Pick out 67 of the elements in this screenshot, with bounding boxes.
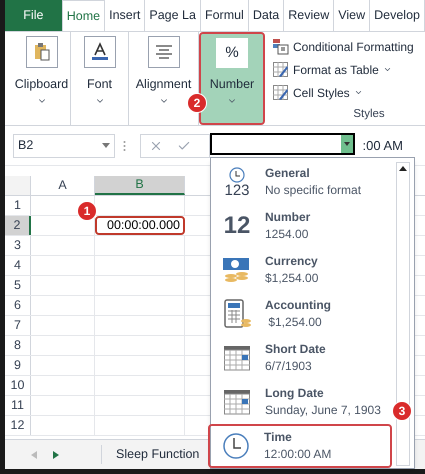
format-option[interactable]: Short Date 6/7/1903 [211, 336, 392, 380]
ribbon-group-button[interactable]: Clipboard [13, 32, 71, 125]
number-format-field[interactable] [210, 133, 355, 155]
format-name: Number [265, 209, 310, 226]
group-label: Styles [353, 107, 385, 122]
format-option[interactable]: Long Date Sunday, June 7, 1903 [211, 380, 392, 424]
conditional-formatting-icon [273, 38, 289, 54]
font-color-icon[interactable] [84, 36, 116, 68]
number-format-icon: 12 [220, 214, 254, 238]
format-name: Short Date [265, 341, 326, 358]
format-option[interactable]: 123 General No specific format [211, 160, 392, 204]
format-example: 12:00:00 AM [264, 446, 332, 463]
paste-icon[interactable] [26, 36, 58, 68]
name-box[interactable]: B2 [13, 134, 115, 158]
dropdown-arrow-icon [102, 143, 110, 148]
format-name: Accounting [265, 297, 331, 314]
caret-icon [382, 65, 392, 74]
format-name: Long Date [265, 385, 325, 402]
row-header[interactable]: 2 [5, 216, 31, 235]
sheet-tab[interactable]: Sleep Function [101, 445, 200, 464]
format-option[interactable]: 12 Number 1254.00 [211, 204, 392, 248]
format-name: General [265, 165, 311, 182]
format-example: 1254.00 [265, 226, 310, 243]
format-example: $1,254.00 [265, 270, 318, 287]
drag-handle-icon[interactable] [123, 140, 126, 152]
money-icon [222, 256, 252, 284]
format-option[interactable]: Currency $1,254.00 [211, 248, 392, 292]
ribbon-tab[interactable]: Develop [370, 0, 425, 31]
styles-menu-item[interactable]: Cell Styles [273, 81, 425, 104]
caret-icon [354, 88, 363, 97]
ribbon-tab[interactable]: Formul [200, 0, 249, 31]
column-header[interactable]: B [95, 176, 185, 195]
align-icon[interactable] [148, 36, 180, 68]
format-name: Currency [265, 253, 318, 270]
format-example: $1,254.00 [267, 314, 323, 331]
file-tab[interactable]: File [5, 0, 62, 31]
cell-styles-icon [273, 84, 289, 100]
format-option[interactable]: Time 12:00:00 AM [208, 424, 392, 468]
format-example: Sunday, June 7, 1903 [265, 402, 381, 419]
ribbon-tab[interactable]: Page La [145, 0, 201, 31]
ribbon-tab[interactable]: View [334, 0, 370, 31]
scroll-up-icon[interactable] [399, 166, 407, 171]
ribbon-tab[interactable]: Data [248, 0, 284, 31]
step-badge: 1 [77, 201, 97, 221]
format-example: No specific format [265, 182, 362, 199]
active-cell[interactable]: 00:00:00.000 [95, 216, 185, 235]
styles-menu-item[interactable]: Format as Table [273, 58, 425, 81]
dropdown-arrow-icon [344, 142, 350, 146]
styles-menu-item[interactable]: Conditional Formatting [273, 35, 425, 58]
clock-icon [222, 432, 250, 460]
calendar-icon [223, 345, 251, 371]
format-option[interactable]: Accounting $1,254.00 [211, 292, 392, 336]
format-example: 6/7/1903 [265, 358, 313, 375]
format-name: Time [264, 429, 293, 446]
formula-text: :00 AM [362, 136, 403, 155]
percent-icon: % [216, 38, 248, 68]
scroll-bar[interactable] [396, 162, 410, 466]
ribbon-tab[interactable]: Home [62, 0, 106, 31]
calculator-icon [222, 299, 252, 329]
step-badge: 2 [187, 93, 207, 113]
calendar-icon [223, 389, 251, 415]
table-icon [273, 62, 289, 78]
ribbon-group-button[interactable]: Font [71, 32, 129, 125]
ribbon-tab[interactable]: Review [284, 0, 334, 31]
number-group-button[interactable]: % Number [199, 32, 265, 125]
scroll-right-icon[interactable] [53, 450, 59, 458]
ribbon-tab[interactable]: Insert [105, 0, 146, 31]
